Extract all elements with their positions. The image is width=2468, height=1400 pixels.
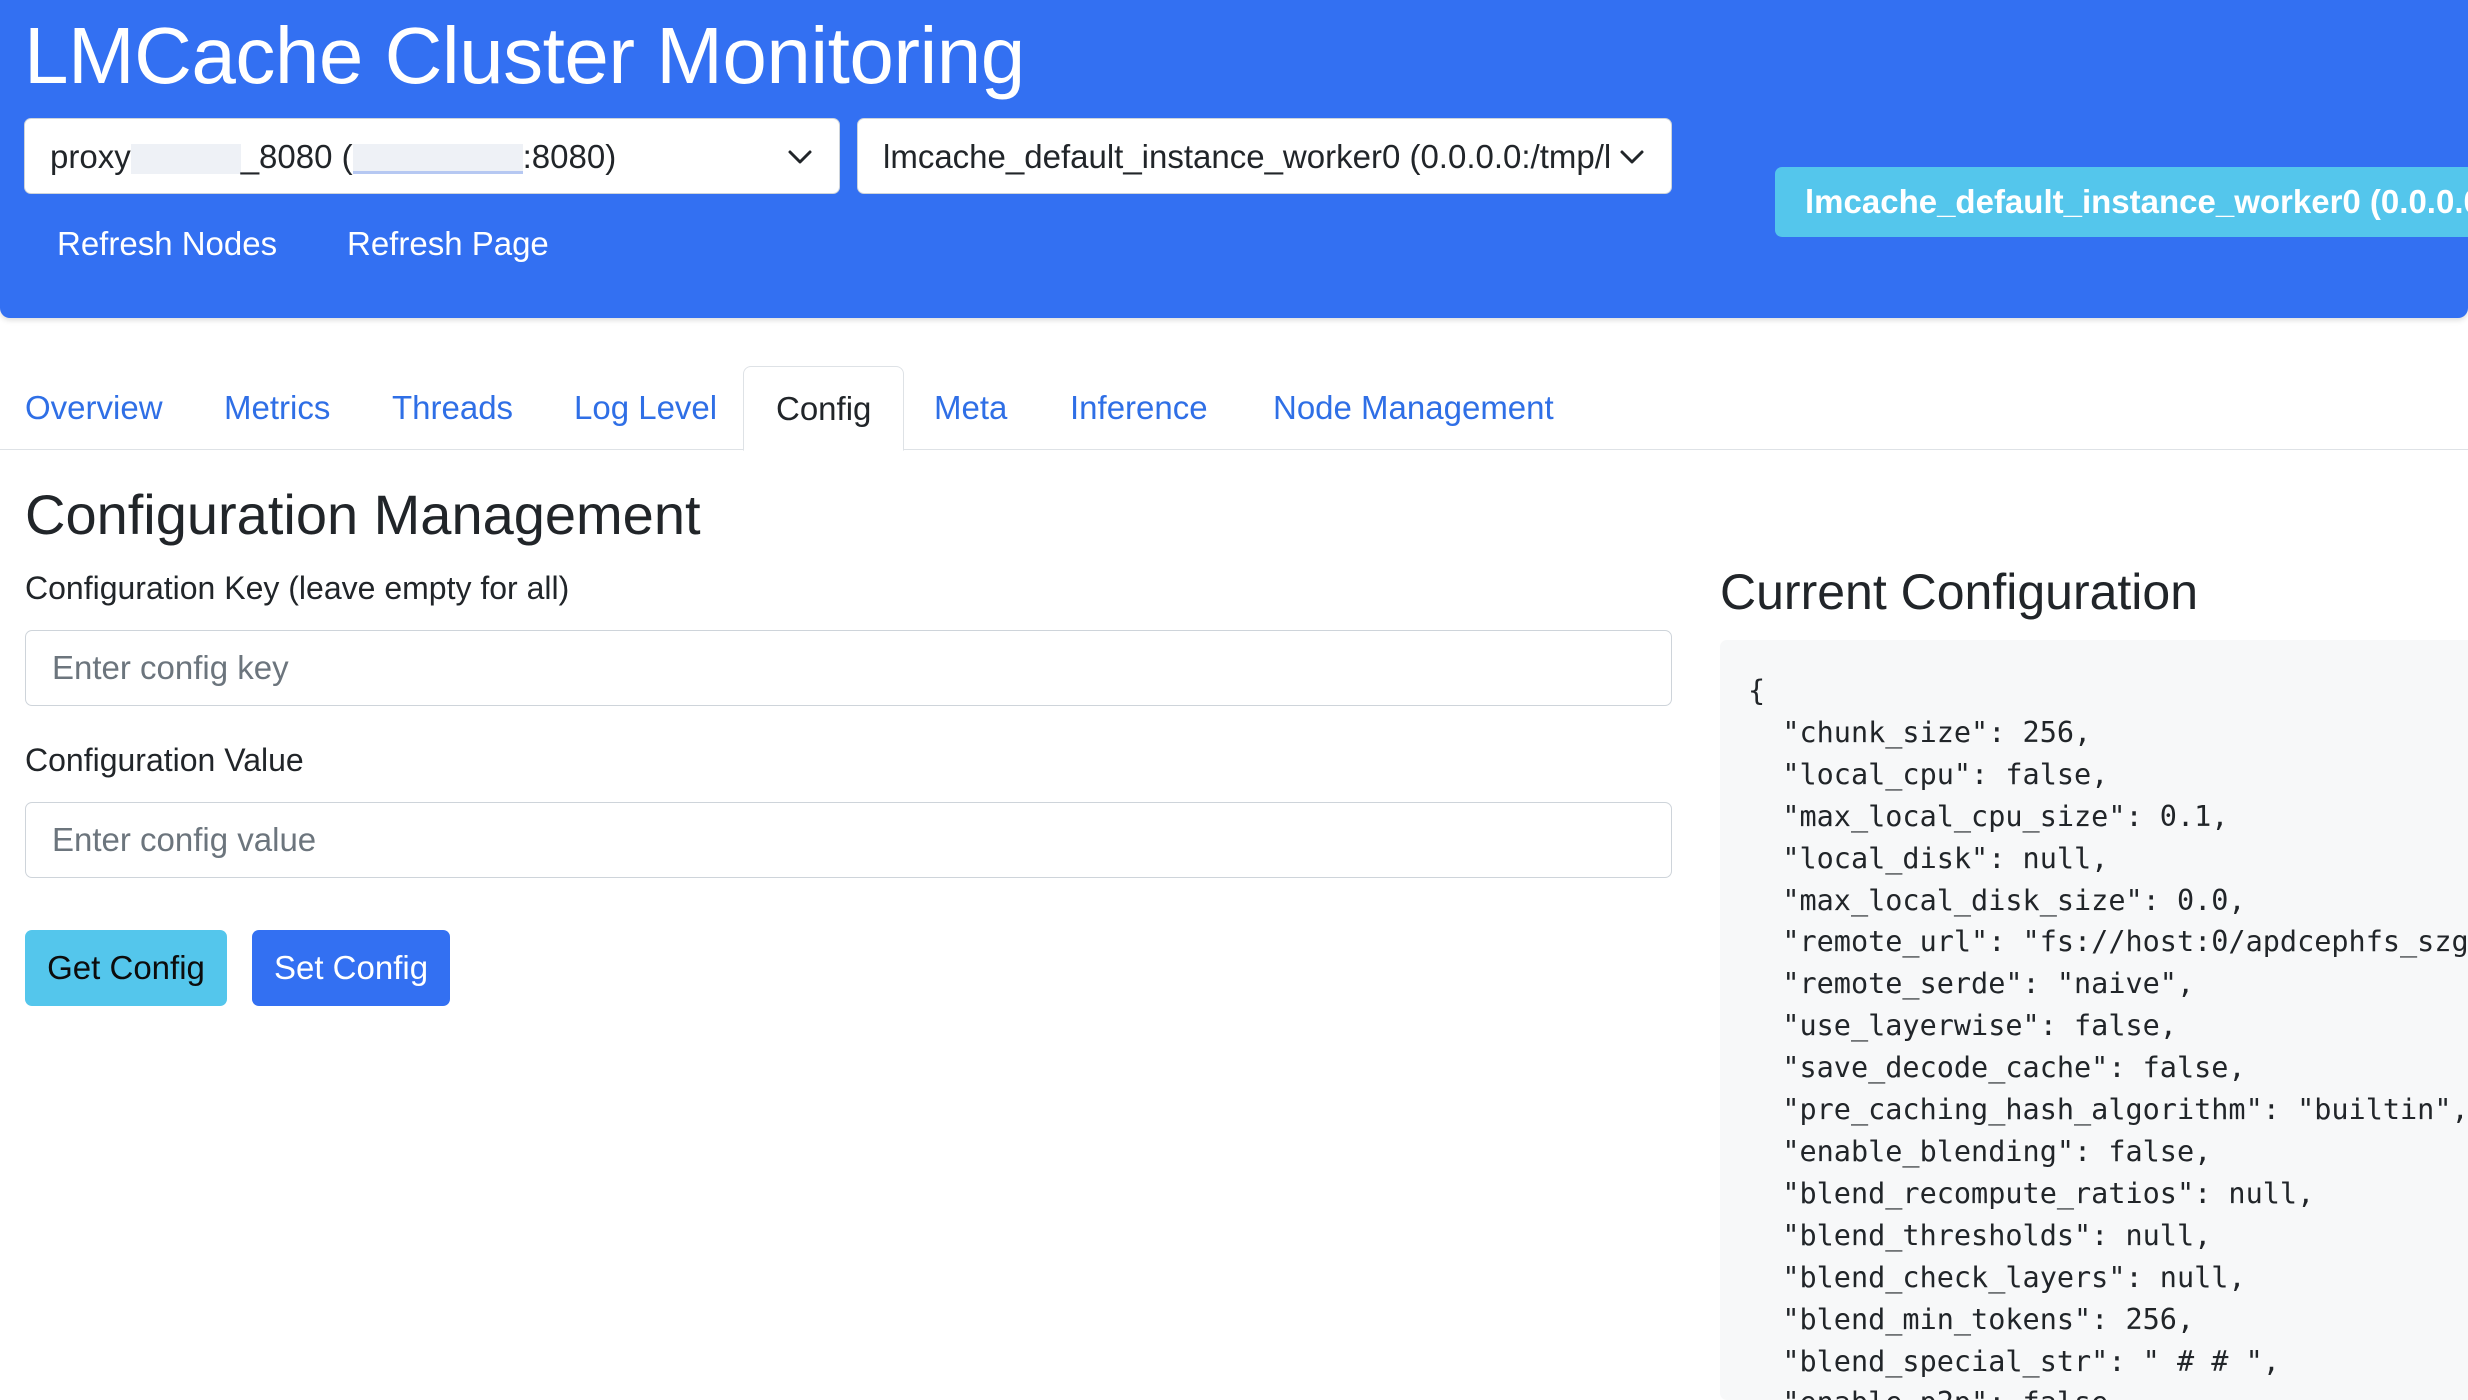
- code-line: "blend_min_tokens": 256,: [1748, 1302, 2195, 1336]
- current-config-heading: Current Configuration: [1720, 564, 2199, 620]
- refresh-page-button[interactable]: Refresh Page: [347, 225, 549, 263]
- refresh-nodes-button[interactable]: Refresh Nodes: [57, 225, 277, 263]
- node-select-prefix: proxy: [50, 138, 131, 175]
- tab-log-level[interactable]: Log Level: [574, 366, 717, 450]
- code-line: "blend_special_str": " # # ",: [1748, 1344, 2280, 1378]
- tab-config[interactable]: Config: [743, 366, 905, 451]
- tab-metrics[interactable]: Metrics: [224, 366, 330, 450]
- config-key-input[interactable]: [25, 630, 1672, 706]
- code-line: "blend_check_layers": null,: [1748, 1260, 2246, 1294]
- code-line: "local_cpu": false,: [1748, 757, 2109, 791]
- code-line: "save_decode_cache": false,: [1748, 1051, 2246, 1085]
- code-line: "max_local_cpu_size": 0.1,: [1748, 799, 2229, 833]
- config-value-input[interactable]: [25, 802, 1672, 878]
- get-config-button[interactable]: Get Config: [25, 930, 227, 1006]
- config-key-label: Configuration Key (leave empty for all): [25, 570, 570, 606]
- code-line: "use_layerwise": false,: [1748, 1009, 2177, 1043]
- tab-meta[interactable]: Meta: [934, 366, 1007, 450]
- tab-inference[interactable]: Inference: [1070, 366, 1208, 450]
- node-select-suffix: :8080): [522, 138, 617, 175]
- config-value-label: Configuration Value: [25, 742, 304, 778]
- page-title: LMCache Cluster Monitoring: [24, 11, 1025, 100]
- config-json-view: { "chunk_size": 256, "local_cpu": false,…: [1720, 640, 2468, 1400]
- set-config-button[interactable]: Set Config: [252, 930, 450, 1006]
- code-line: "blend_recompute_ratios": null,: [1748, 1176, 2315, 1210]
- code-line: "max_local_disk_size": 0.0,: [1748, 883, 2246, 917]
- redacted-text: [352, 144, 523, 175]
- instance-select-value: lmcache_default_instance_worker0 (0.0.0.…: [883, 138, 1612, 175]
- tab-bar: Overview Metrics Threads Log Level Confi…: [0, 366, 2468, 451]
- redacted-text: [130, 144, 241, 175]
- code-line: "chunk_size": 256,: [1748, 715, 2092, 749]
- chevron-down-icon: [1617, 119, 1647, 193]
- code-line: "enable_blending": false,: [1748, 1134, 2212, 1168]
- node-select-mid: _8080 (: [240, 138, 353, 175]
- instance-select[interactable]: lmcache_default_instance_worker0 (0.0.0.…: [857, 118, 1672, 194]
- code-line: "remote_url": "fs://host:0/apdcephfs_szg…: [1748, 925, 2468, 959]
- status-badge: lmcache_default_instance_worker0 (0.0.0.…: [1775, 167, 2468, 237]
- chevron-down-icon: [785, 119, 815, 193]
- tab-overview[interactable]: Overview: [25, 366, 163, 450]
- tab-node-management[interactable]: Node Management: [1273, 366, 1554, 450]
- section-heading: Configuration Management: [25, 483, 701, 546]
- tab-threads[interactable]: Threads: [392, 366, 513, 450]
- code-line: "pre_caching_hash_algorithm": "builtin",: [1748, 1093, 2468, 1127]
- code-line: {: [1748, 674, 1766, 707]
- code-line: "blend_thresholds": null,: [1748, 1218, 2212, 1252]
- code-line: "remote_serde": "naive",: [1748, 967, 2195, 1001]
- code-line: "enable_p2p": false,: [1748, 1382, 2468, 1400]
- app-header: LMCache Cluster Monitoring proxy _8080 (:…: [0, 0, 2468, 318]
- code-line: "local_disk": null,: [1748, 841, 2109, 875]
- node-select[interactable]: proxy _8080 ( :8080): [24, 118, 840, 194]
